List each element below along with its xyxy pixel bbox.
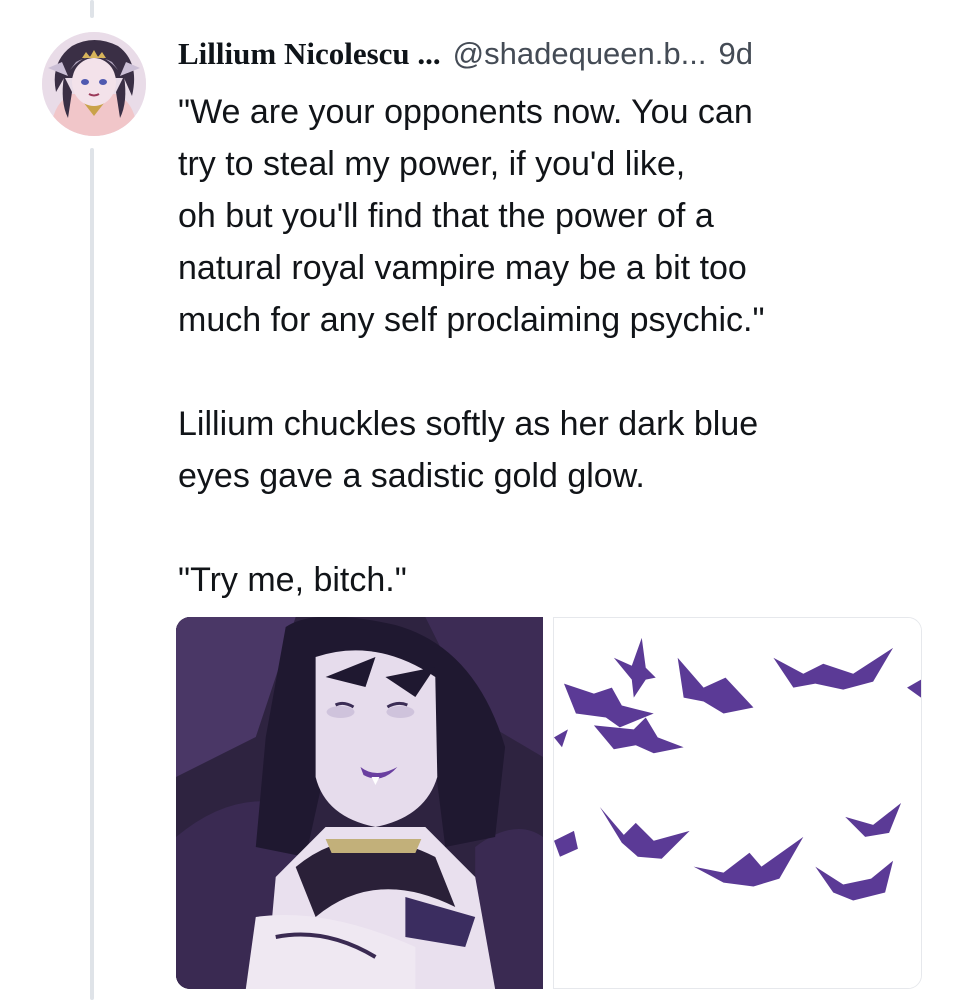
thread-line-top xyxy=(90,0,94,18)
media-image-2[interactable] xyxy=(553,617,922,989)
purple-bats-image xyxy=(554,618,921,988)
post-header: Lillium Nicolescu ... @shadequeen.b... 9… xyxy=(178,36,932,80)
post-text-line: oh but you'll find that the power of a xyxy=(178,197,714,235)
media-grid xyxy=(176,617,922,989)
post-text-line: "Try me, bitch." xyxy=(178,561,407,599)
author-handle[interactable]: @shadequeen.b... xyxy=(453,36,707,72)
anime-character-image xyxy=(176,617,543,989)
post-text-line: much for any self proclaiming psychic." xyxy=(178,301,765,339)
post-timestamp[interactable]: 9d xyxy=(718,36,752,72)
post-text: "We are your opponents now. You can try … xyxy=(178,86,938,606)
avatar-image xyxy=(42,32,146,136)
post-text-line: natural royal vampire may be a bit too xyxy=(178,249,747,287)
author-avatar[interactable] xyxy=(42,32,146,136)
author-display-name[interactable]: Lillium Nicolescu ... xyxy=(178,36,441,72)
post-text-line: eyes gave a sadistic gold glow. xyxy=(178,457,645,495)
post-text-line: try to steal my power, if you'd like, xyxy=(178,145,686,183)
post-text-line: "We are your opponents now. You can xyxy=(178,93,753,131)
media-image-1[interactable] xyxy=(176,617,543,989)
post-text-line: Lillium chuckles softly as her dark blue xyxy=(178,405,759,443)
thread-line xyxy=(90,148,94,1000)
